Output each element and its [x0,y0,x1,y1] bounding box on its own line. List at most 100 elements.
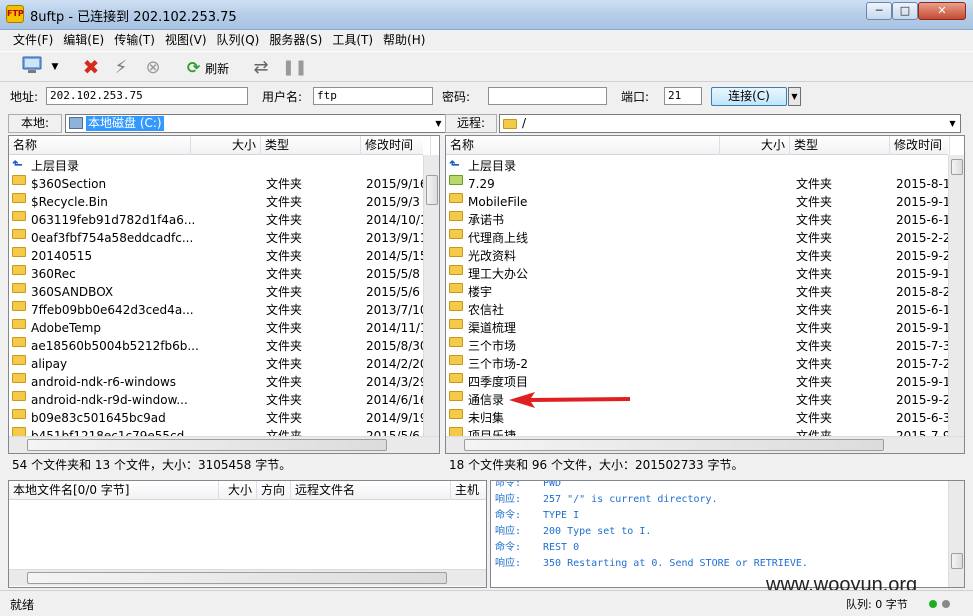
menu-queue[interactable]: 队列(Q) [212,31,265,51]
local-file-row[interactable]: 063119feb91d782d1f4a6... 文件夹 2014/10/1 [9,211,428,229]
window-title: 8uftp - 已连接到 202.102.253.75 [30,10,237,25]
refresh-button[interactable]: ⟳ 刷新 [178,55,238,80]
folder-icon [449,193,463,203]
menu-transfer[interactable]: 传输(T) [109,31,160,51]
remote-col-date[interactable]: 修改时间 [890,136,950,155]
folder-icon [12,409,26,419]
queue-col-remote[interactable]: 远程文件名 [291,481,451,500]
local-vertical-scrollbar[interactable] [423,155,439,436]
minimize-button[interactable]: ─ [866,2,892,20]
file-type: 文件夹 [796,321,833,335]
file-date: 2013/9/11 [366,231,428,245]
local-file-row[interactable]: ae18560b5004b5212fb6b... 文件夹 2015/8/30 [9,337,428,355]
remote-horizontal-scrollbar[interactable] [446,436,964,453]
file-name: 代理商上线 [468,231,529,245]
local-col-name[interactable]: 名称 [9,136,191,155]
queue-col-local[interactable]: 本地文件名[0/0 字节] [9,481,219,500]
folder-icon [449,391,463,401]
file-type: 文件夹 [796,375,833,389]
remote-path-combo[interactable]: / ▼ [499,114,961,133]
local-file-row[interactable]: 360Rec 文件夹 2015/5/8 [9,265,423,283]
remote-file-row[interactable]: 三个市场-2 文件夹 2015-7-2 [446,355,950,373]
remote-combo-arrow-icon: ▼ [949,119,956,128]
local-file-row[interactable]: $Recycle.Bin 文件夹 2015/9/3 [9,193,423,211]
remote-file-row[interactable]: 光改资料 文件夹 2015-9-2 [446,247,951,265]
folder-icon [12,211,26,221]
queue-hscroll-thumb[interactable] [27,572,447,584]
close-button[interactable]: ✕ [918,2,966,20]
remote-col-type[interactable]: 类型 [790,136,890,155]
remote-file-row[interactable]: 未归集 文件夹 2015-6-3 [446,409,950,427]
local-file-row[interactable]: AdobeTemp 文件夹 2014/11/1 [9,319,428,337]
file-name: 农信社 [468,303,505,317]
log-vscroll-thumb[interactable] [951,553,963,569]
remote-file-row[interactable]: 承诺书 文件夹 2015-6-1 [446,211,950,229]
menu-file[interactable]: 文件(F) [8,31,58,51]
queue-col-size[interactable]: 大小 [219,481,257,500]
queue-col-host[interactable]: 主机 [451,481,486,500]
file-type: 文件夹 [266,231,303,245]
remote-file-row[interactable]: 代理商上线 文件夹 2015-2-2 [446,229,950,247]
remote-file-row[interactable]: 7.29 文件夹 2015-8-1 [446,175,950,193]
remote-file-row[interactable]: 楼宇 文件夹 2015-8-2 [446,283,950,301]
local-path-bar: 本地: 本地磁盘 (C:) ▼ [8,112,447,134]
menu-view[interactable]: 视图(V) [160,31,212,51]
username-field[interactable]: ftp [313,87,433,105]
maximize-button[interactable]: □ [892,2,918,20]
local-file-row[interactable]: android-ndk-r6-windows 文件夹 2014/3/29 [9,373,428,391]
transfer-icon[interactable]: ⇄ [248,55,274,80]
menu-tools[interactable]: 工具(T) [327,31,378,51]
log-vertical-scrollbar[interactable] [948,481,964,587]
remote-parent-row[interactable]: ⬑ 上层目录 [446,157,948,175]
remote-file-row[interactable]: 农信社 文件夹 2015-6-1 [446,301,950,319]
local-file-row[interactable]: 7ffeb09bb0e642d3ced4a... 文件夹 2013/7/10 [9,301,428,319]
connection-bar: 地址: 202.102.253.75 用户名: ftp 密码: 端口: 21 连… [0,83,973,110]
address-field[interactable]: 202.102.253.75 [46,87,248,105]
local-file-row[interactable]: b09e83c501645bc9ad 文件夹 2014/9/19 [9,409,428,427]
local-file-row[interactable]: alipay 文件夹 2014/2/20 [9,355,428,373]
stop-icon[interactable]: ⊗ [140,55,166,80]
remote-vscroll-thumb[interactable] [951,159,963,175]
local-col-type[interactable]: 类型 [261,136,361,155]
menu-edit[interactable]: 编辑(E) [58,31,109,51]
queue-horizontal-scrollbar[interactable] [9,569,486,586]
local-col-size[interactable]: 大小 [191,136,261,155]
queue-col-direction[interactable]: 方向 [257,481,291,500]
reconnect-icon[interactable]: ⚡ [108,55,134,80]
local-file-row[interactable]: $360Section 文件夹 2015/9/16 [9,175,428,193]
remote-file-row[interactable]: 四季度项目 文件夹 2015-9-1 [446,373,950,391]
local-hscroll-thumb[interactable] [27,439,387,451]
disconnect-icon[interactable]: ✖ [78,55,104,80]
connect-dropdown-icon[interactable]: ▼ [788,87,801,106]
local-path-combo[interactable]: 本地磁盘 (C:) ▼ [65,114,447,133]
file-date: 2015-9-2 [896,249,951,263]
local-col-date[interactable]: 修改时间 [361,136,431,155]
local-parent-row[interactable]: ⬑ 上层目录 [9,157,423,175]
folder-icon [503,119,517,129]
menu-server[interactable]: 服务器(S) [264,31,327,51]
local-horizontal-scrollbar[interactable] [9,436,439,453]
remote-file-row[interactable]: MobileFile 文件夹 2015-9-1 [446,193,950,211]
remote-col-name[interactable]: 名称 [446,136,720,155]
remote-file-row[interactable]: 理工大办公 文件夹 2015-9-1 [446,265,950,283]
remote-col-size[interactable]: 大小 [720,136,790,155]
local-file-row[interactable]: android-ndk-r9d-window... 文件夹 2014/6/16 [9,391,428,409]
password-field[interactable] [488,87,607,105]
connect-button[interactable]: 连接(C) [711,87,787,106]
remote-hscroll-thumb[interactable] [464,439,884,451]
local-vscroll-thumb[interactable] [426,175,438,205]
log-message: REST 0 [543,542,580,553]
local-file-row[interactable]: 0eaf3fbf754a58eddcadfc... 文件夹 2013/9/11 [9,229,428,247]
menu-help[interactable]: 帮助(H) [378,31,430,51]
local-file-row[interactable]: 20140515 文件夹 2014/5/15 [9,247,428,265]
remote-file-row[interactable]: 三个市场 文件夹 2015-7-3 [446,337,950,355]
pause-icon[interactable]: ❚❚ [282,55,307,80]
remote-file-row[interactable]: 渠道梳理 文件夹 2015-9-1 [446,319,950,337]
remote-vertical-scrollbar[interactable] [948,155,964,436]
site-manager-icon[interactable] [18,55,46,80]
local-file-row[interactable]: 360SANDBOX 文件夹 2015/5/6 [9,283,423,301]
dropdown-arrow-icon[interactable]: ▼ [48,55,62,80]
title-bar: FTP 8uftp - 已连接到 202.102.253.75 ─ □ ✕ [0,0,973,30]
port-field[interactable]: 21 [664,87,702,105]
parent-directory-icon: ⬑ [449,158,460,173]
